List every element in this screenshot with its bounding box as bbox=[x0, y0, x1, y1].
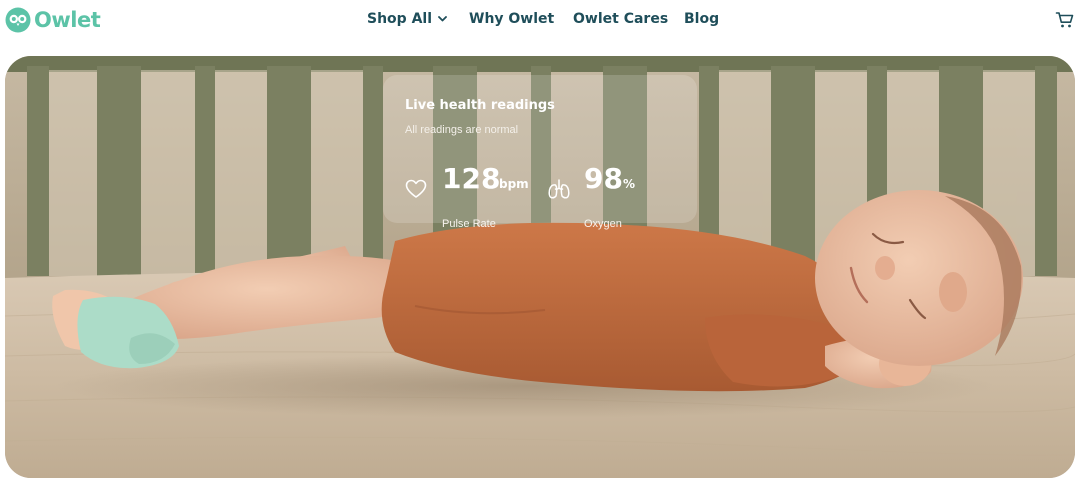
pulse-rate-label: Pulse Rate bbox=[442, 218, 496, 230]
chevron-down-icon bbox=[438, 16, 447, 22]
health-readings-card: Live health readings All readings are no… bbox=[383, 75, 697, 230]
main-nav: Shop All Why Owlet Owlet Cares Blog bbox=[0, 11, 1080, 31]
nav-why-owlet[interactable]: Why Owlet bbox=[469, 11, 554, 27]
cart-icon bbox=[1055, 12, 1074, 28]
readings-title: Live health readings bbox=[405, 98, 555, 113]
nav-why-owlet-label: Why Owlet bbox=[469, 11, 555, 27]
oxygen-label: Oxygen bbox=[584, 218, 622, 230]
nav-shop-all-label: Shop All bbox=[367, 11, 432, 27]
pulse-rate-unit: bpm bbox=[499, 177, 529, 191]
lungs-icon bbox=[548, 179, 570, 199]
nav-owlet-cares-label: Owlet Cares bbox=[573, 11, 669, 27]
pulse-rate-value: 128 bbox=[442, 162, 501, 195]
nav-blog-label: Blog bbox=[684, 11, 720, 27]
nav-blog[interactable]: Blog bbox=[684, 11, 719, 27]
oxygen-unit: % bbox=[623, 177, 636, 191]
oxygen-value: 98 bbox=[584, 162, 623, 195]
nav-owlet-cares[interactable]: Owlet Cares bbox=[573, 11, 668, 27]
heart-icon bbox=[405, 179, 427, 198]
hero-banner: Live health readings All readings are no… bbox=[5, 56, 1075, 478]
nav-shop-all[interactable]: Shop All bbox=[367, 11, 447, 27]
readings-subtitle: All readings are normal bbox=[405, 124, 519, 136]
cart-button[interactable] bbox=[1055, 10, 1075, 30]
site-header: Owlet Shop All Why Owlet Owlet Cares Blo… bbox=[0, 0, 1080, 44]
